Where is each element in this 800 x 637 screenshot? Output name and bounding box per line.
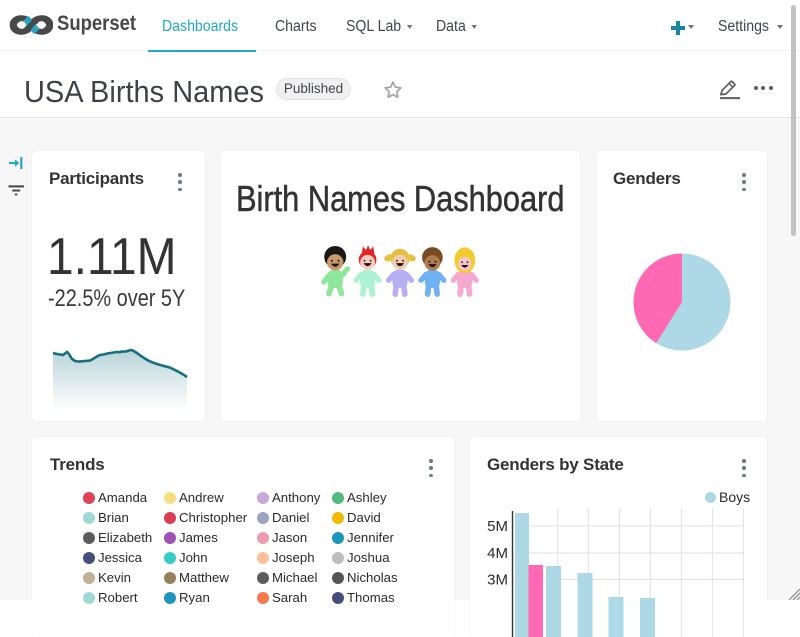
svg-text:3M: 3M (487, 572, 508, 589)
svg-text:4M: 4M (487, 545, 508, 562)
svg-text:5M: 5M (487, 518, 508, 535)
